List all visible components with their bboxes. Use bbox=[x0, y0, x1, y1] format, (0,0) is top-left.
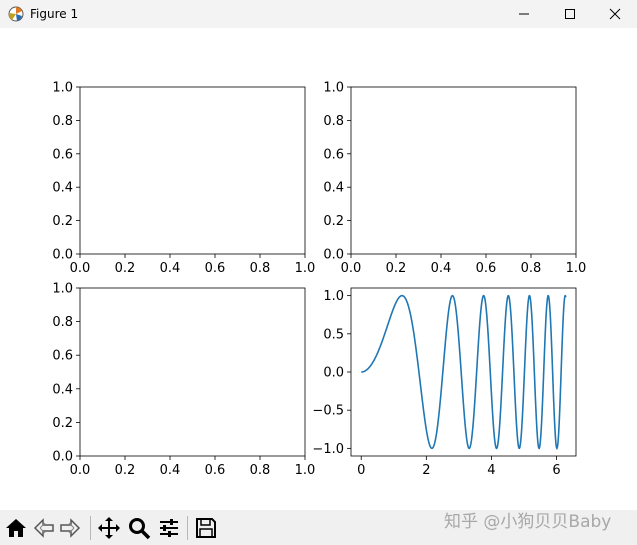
axes-frame bbox=[79, 287, 306, 457]
minimize-button[interactable] bbox=[501, 0, 547, 28]
maximize-button[interactable] bbox=[547, 0, 593, 28]
x-tick-label: 0.0 bbox=[70, 463, 91, 478]
y-tick-label: 0.6 bbox=[52, 349, 73, 364]
x-tick-label: 1.0 bbox=[566, 261, 587, 276]
window-title: Figure 1 bbox=[30, 7, 79, 21]
close-button[interactable] bbox=[592, 0, 637, 28]
pan-move-icon[interactable] bbox=[97, 516, 121, 540]
zoom-magnifier-icon[interactable] bbox=[127, 516, 151, 540]
forward-arrow-icon[interactable] bbox=[58, 516, 82, 540]
x-tick-label: 4 bbox=[487, 463, 495, 478]
y-tick-label: −0.5 bbox=[312, 404, 344, 419]
x-tick-label: 0.4 bbox=[160, 261, 181, 276]
y-tick-label: 0.6 bbox=[323, 147, 344, 162]
x-tick-label: 0.2 bbox=[115, 463, 136, 478]
y-tick-label: 0.0 bbox=[52, 450, 73, 465]
y-tick-label: 0.2 bbox=[52, 214, 73, 229]
figure-svg: 0.0 0.2 0.4 0.6 0.8 1.00.00.20.40.60.81.00.0 0… bbox=[52, 81, 586, 479]
y-tick-label: 0.8 bbox=[52, 114, 73, 129]
save-floppy-icon[interactable] bbox=[194, 516, 218, 540]
x-tick-label: 0.8 bbox=[521, 261, 542, 276]
y-tick-label: 0.0 bbox=[52, 248, 73, 263]
y-tick-label: 1.0 bbox=[52, 81, 73, 96]
x-tick-label: 0.8 bbox=[250, 261, 271, 276]
configure-subplots-icon[interactable] bbox=[157, 516, 181, 540]
x-tick-label: 0.0 bbox=[70, 261, 91, 276]
y-tick-label: 0.0 bbox=[323, 248, 344, 263]
back-arrow-icon[interactable] bbox=[32, 516, 56, 540]
axes-frame bbox=[350, 287, 577, 457]
toolbar-separator bbox=[90, 516, 91, 540]
axes-frame bbox=[350, 86, 577, 255]
home-icon[interactable] bbox=[4, 516, 28, 540]
x-tick-label: 1.0 bbox=[295, 463, 316, 478]
y-tick-label: 1.0 bbox=[52, 282, 73, 297]
minimize-icon bbox=[519, 13, 529, 15]
y-tick-label: 1.0 bbox=[323, 289, 344, 304]
x-tick-label: 2 bbox=[422, 463, 430, 478]
matplotlib-app-icon bbox=[8, 6, 24, 22]
y-tick-label: 0.4 bbox=[52, 181, 73, 196]
x-tick-label: 0.8 bbox=[250, 463, 271, 478]
axes-2: 0.0 0.2 0.4 0.6 0.8 1.0 0.0 0.2 0.4 0.6 0.8 1.0 bbox=[323, 81, 586, 277]
y-tick-label: 0.2 bbox=[323, 214, 344, 229]
y-tick-label: 1.0 bbox=[323, 81, 344, 96]
y-tick-label: 0.4 bbox=[323, 181, 344, 196]
axes-3: 0.0 0.2 0.4 0.6 0.8 1.0 0.0 0.2 0.4 0.6 0.8 1.0 bbox=[52, 282, 315, 479]
toolbar-separator bbox=[187, 516, 188, 540]
axes-1: 0.0 0.2 0.4 0.6 0.8 1.0 0.0 0.2 0.4 0.6 0.8 1.0 bbox=[52, 81, 315, 277]
y-tick-label: 0.0 bbox=[323, 366, 344, 381]
x-tick-label: 1.0 bbox=[295, 261, 316, 276]
x-tick-label: 0 bbox=[357, 463, 365, 478]
x-tick-label: 0.6 bbox=[476, 261, 497, 276]
x-tick-label: 0.4 bbox=[431, 261, 452, 276]
x-tick-label: 0.2 bbox=[115, 261, 136, 276]
x-tick-label: 0.6 bbox=[205, 463, 226, 478]
watermark-text: 知乎 @小狗贝贝Baby bbox=[444, 512, 612, 532]
y-tick-label: 0.8 bbox=[323, 114, 344, 129]
y-tick-label: 0.8 bbox=[52, 315, 73, 330]
x-tick-label: 0.4 bbox=[160, 463, 181, 478]
close-icon bbox=[609, 8, 621, 20]
y-tick-label: 0.2 bbox=[52, 416, 73, 431]
y-tick-label: 0.6 bbox=[52, 147, 73, 162]
axes-frame bbox=[79, 86, 306, 255]
x-tick-label: 0.6 bbox=[205, 261, 226, 276]
maximize-icon bbox=[565, 9, 575, 19]
axes-4: 0 2 4 6 1.0 0.5 0.0 −0.5 −1.0 bbox=[312, 287, 577, 478]
x-tick-label: 0.2 bbox=[386, 261, 407, 276]
y-tick-label: 0.5 bbox=[323, 327, 344, 342]
y-tick-label: 0.4 bbox=[52, 382, 73, 397]
series-line bbox=[361, 294, 567, 450]
window-titlebar[interactable]: Figure 1 bbox=[0, 0, 637, 28]
figure-canvas[interactable]: 0.0 0.2 0.4 0.6 0.8 1.0 0.0 0.2 0.4 0.6 0.8 1.0 0.0 0… bbox=[0, 28, 637, 510]
x-tick-label: 0.0 bbox=[341, 261, 362, 276]
y-tick-label: −1.0 bbox=[312, 442, 344, 457]
x-tick-label: 6 bbox=[552, 463, 560, 478]
